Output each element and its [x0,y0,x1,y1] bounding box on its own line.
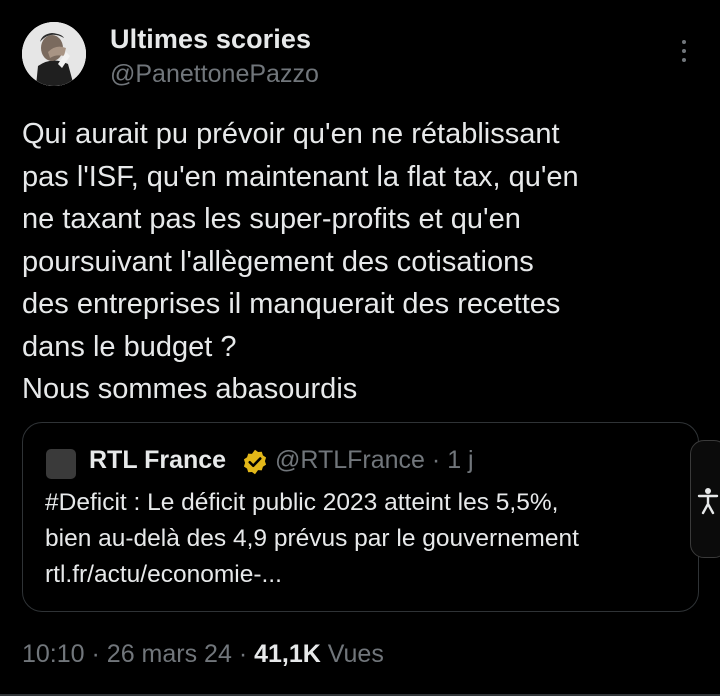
author-display-name[interactable]: Ultimes scories [110,24,311,55]
quoted-avatar[interactable] [46,449,76,479]
quoted-time: 1 j [447,446,474,474]
verified-badge-icon [241,448,269,476]
views-count[interactable]: 41,1K [254,640,321,668]
facepalm-portrait-avatar-icon [22,22,86,86]
tweet-time[interactable]: 10:10 [22,640,85,668]
tweet-date[interactable]: 26 mars 24 [107,640,232,668]
tweet-text: Qui aurait pu prévoir qu'en ne rétabliss… [22,118,579,405]
more-dot [682,58,686,62]
accessibility-icon [697,488,719,515]
views-label: Vues [327,640,384,668]
quoted-meta: @RTLFrance · 1 j [275,446,474,475]
author-avatar[interactable] [22,22,86,86]
quoted-tweet[interactable]: RTL France @RTLFrance · 1 j #Deficit : L… [22,422,699,612]
tweet: Ultimes scories @PanettonePazzo Qui aura… [0,0,720,696]
quoted-text: #Deficit : Le déficit public 2023 attein… [45,489,579,588]
more-dot [682,40,686,44]
footer-separator: · [91,640,107,668]
quoted-display-name: RTL France [89,446,227,474]
quoted-handle: @RTLFrance [275,446,425,474]
accessibility-button[interactable] [690,440,720,558]
more-dot [682,49,686,53]
author-handle[interactable]: @PanettonePazzo [110,60,319,89]
tweet-footer: 10:10 · 26 mars 24 · 41,1K Vues [22,640,384,669]
footer-separator: · [238,640,255,668]
more-options-icon[interactable] [674,36,694,66]
meta-separator: · [431,446,448,474]
